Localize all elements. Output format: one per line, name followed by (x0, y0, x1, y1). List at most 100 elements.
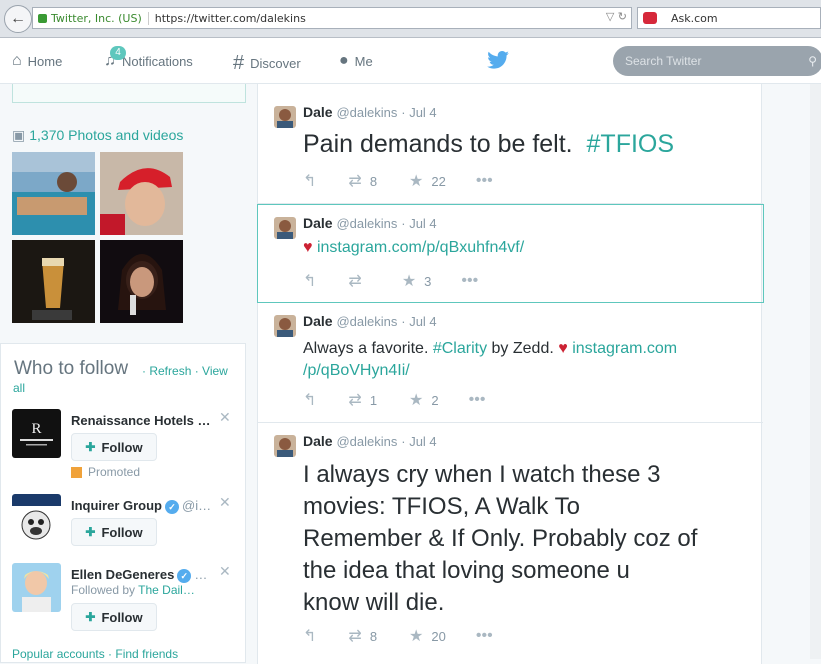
retweet-icon[interactable]: ⇄ (348, 390, 361, 410)
avatar[interactable] (12, 563, 61, 612)
star-icon[interactable]: ★ (409, 171, 423, 191)
retweet-icon[interactable]: ⇄ (348, 626, 361, 646)
more-icon[interactable]: ••• (469, 391, 486, 409)
tweet-author-name[interactable]: Dale (303, 313, 333, 329)
promoted-label: Promoted (71, 465, 140, 479)
page-scrollbar[interactable] (810, 84, 821, 659)
tweet-date[interactable]: · Jul 4 (401, 314, 436, 329)
nav-home[interactable]: ⌂ Home (12, 52, 62, 70)
address-bar[interactable]: Twitter, Inc. (US) https://twitter.com/d… (32, 7, 632, 29)
follow-label: Follow (101, 609, 143, 625)
avatar[interactable] (274, 106, 296, 128)
tweet-link[interactable]: /p/qBoVHyn4Ii/ (303, 362, 410, 379)
retweet-icon[interactable]: ⇄ (348, 171, 361, 191)
twitter-search-input[interactable]: Search Twitter ⚲ (613, 46, 821, 76)
tweet-author-handle[interactable]: @dalekins (336, 105, 397, 120)
nav-discover[interactable]: # Discover (233, 52, 301, 75)
tweet-date[interactable]: · Jul 4 (401, 434, 436, 449)
tweet-date[interactable]: · Jul 4 (401, 105, 436, 120)
close-icon[interactable]: ✕ (219, 409, 231, 426)
photos-videos-link[interactable]: ▣ 1,370 Photos and videos (12, 127, 183, 144)
tweet-text-line: movies: TFIOS, A Walk To (303, 493, 580, 520)
follow-button[interactable]: ✚ Follow (71, 518, 157, 546)
more-icon[interactable]: ••• (476, 627, 493, 645)
photo-thumbnail[interactable] (12, 152, 95, 235)
photos-label: 1,370 Photos and videos (29, 127, 184, 143)
search-icon[interactable]: ⚲ (808, 46, 817, 76)
tweet-text: Always a favorite. #Clarity by Zedd. ♥ i… (303, 338, 723, 382)
more-icon[interactable]: ••• (461, 272, 478, 290)
reply-icon[interactable]: ↰ (303, 171, 316, 191)
star-icon[interactable]: ★ (409, 626, 423, 646)
twitter-bird-icon[interactable] (487, 51, 509, 75)
account-name[interactable]: Inquirer Group ✓ @i… (71, 498, 211, 514)
tweet[interactable]: Dale @dalekins · Jul 4 I always cry when… (258, 423, 763, 663)
photo-thumbnail[interactable] (12, 240, 95, 323)
follow-label: Follow (101, 524, 143, 540)
reply-icon[interactable]: ↰ (303, 271, 316, 291)
retweet-icon[interactable]: ⇄ (348, 271, 361, 291)
tweet[interactable]: Dale @dalekins · Jul 4 Always a favorite… (258, 303, 763, 423)
star-icon[interactable]: ★ (402, 271, 416, 291)
tweet-link[interactable]: instagram.com/p/qBxuhfn4vf/ (317, 239, 524, 256)
tweet-author-handle[interactable]: @dalekins (336, 434, 397, 449)
tweet[interactable]: Dale @dalekins · Jul 4 ♥ instagram.com/p… (257, 204, 764, 303)
favorite-count: 22 (431, 173, 446, 189)
hash-icon: # (233, 52, 245, 74)
tweet-hashtag[interactable]: #TFIOS (587, 130, 675, 158)
tweet-text: I always cry when I watch these 3 movies… (303, 459, 753, 619)
avatar[interactable] (274, 435, 296, 457)
account-name[interactable]: Ellen DeGeneres ✓… (71, 567, 207, 583)
tweet-text-body: Always a favorite. (303, 340, 429, 357)
tweet-hashtag[interactable]: #Clarity (433, 340, 487, 357)
follow-button[interactable]: ✚ Follow (71, 603, 157, 631)
reload-icon[interactable]: ▽ ↻ (606, 10, 627, 23)
tweet-author-name[interactable]: Dale (303, 104, 333, 120)
tweet-link[interactable]: instagram.com (572, 340, 677, 357)
nav-me[interactable]: ● Me (339, 52, 373, 70)
tweet-author-handle[interactable]: @dalekins (336, 216, 397, 231)
avatar[interactable] (274, 315, 296, 337)
tweet-author-name[interactable]: Dale (303, 215, 333, 231)
notifications-badge: 4 (110, 46, 126, 60)
close-icon[interactable]: ✕ (219, 563, 231, 580)
tweet-text: ♥ instagram.com/p/qBxuhfn4vf/ (303, 239, 524, 257)
photo-thumbnail[interactable] (100, 240, 183, 323)
photo-thumbnail[interactable] (100, 152, 183, 235)
close-icon[interactable]: ✕ (219, 494, 231, 511)
camera-icon: ▣ (12, 127, 26, 143)
tweet-text: Pain demands to be felt. #TFIOS (303, 130, 674, 159)
url-text[interactable]: https://twitter.com/dalekins (155, 12, 306, 25)
favorite-count: 3 (424, 273, 432, 289)
avatar[interactable] (274, 217, 296, 239)
reply-icon[interactable]: ↰ (303, 626, 316, 646)
follow-button[interactable]: ✚ Follow (71, 433, 157, 461)
wtf-dot: · (142, 364, 146, 378)
tweet-header: Dale @dalekins · Jul 4 (303, 313, 437, 329)
followed-by-link[interactable]: The Dail… (138, 583, 195, 597)
promoted-icon (71, 467, 82, 479)
wtf-refresh[interactable]: Refresh (149, 364, 191, 378)
tweet[interactable]: Dale @dalekins · Jul 4 Pain demands to b… (258, 94, 763, 204)
wtf-links: · Refresh · View (142, 364, 228, 378)
nav-me-label: Me (354, 53, 373, 69)
reply-icon[interactable]: ↰ (303, 390, 316, 410)
tweet-header: Dale @dalekins · Jul 4 (303, 104, 437, 120)
tweet-header: Dale @dalekins · Jul 4 (303, 215, 437, 231)
person-icon: ● (339, 52, 349, 69)
star-icon[interactable]: ★ (409, 390, 423, 410)
wtf-view-all-cont[interactable]: all (13, 381, 25, 395)
avatar[interactable] (12, 494, 61, 543)
tweet-text-line: the idea that loving someone u (303, 557, 630, 584)
tweet-author-handle[interactable]: @dalekins (336, 314, 397, 329)
tweet-author-name[interactable]: Dale (303, 433, 333, 449)
browser-search-box[interactable]: Ask.com (637, 7, 821, 29)
account-name-text: Ellen DeGeneres (71, 567, 175, 582)
tweet-date[interactable]: · Jul 4 (401, 216, 436, 231)
account-name[interactable]: Renaissance Hotels … (71, 413, 210, 428)
more-icon[interactable]: ••• (476, 172, 493, 190)
add-user-icon: ✚ (85, 610, 96, 624)
wtf-view-all[interactable]: · View (195, 364, 228, 378)
avatar[interactable]: R (12, 409, 61, 458)
back-arrow-icon[interactable]: ← (4, 5, 32, 33)
